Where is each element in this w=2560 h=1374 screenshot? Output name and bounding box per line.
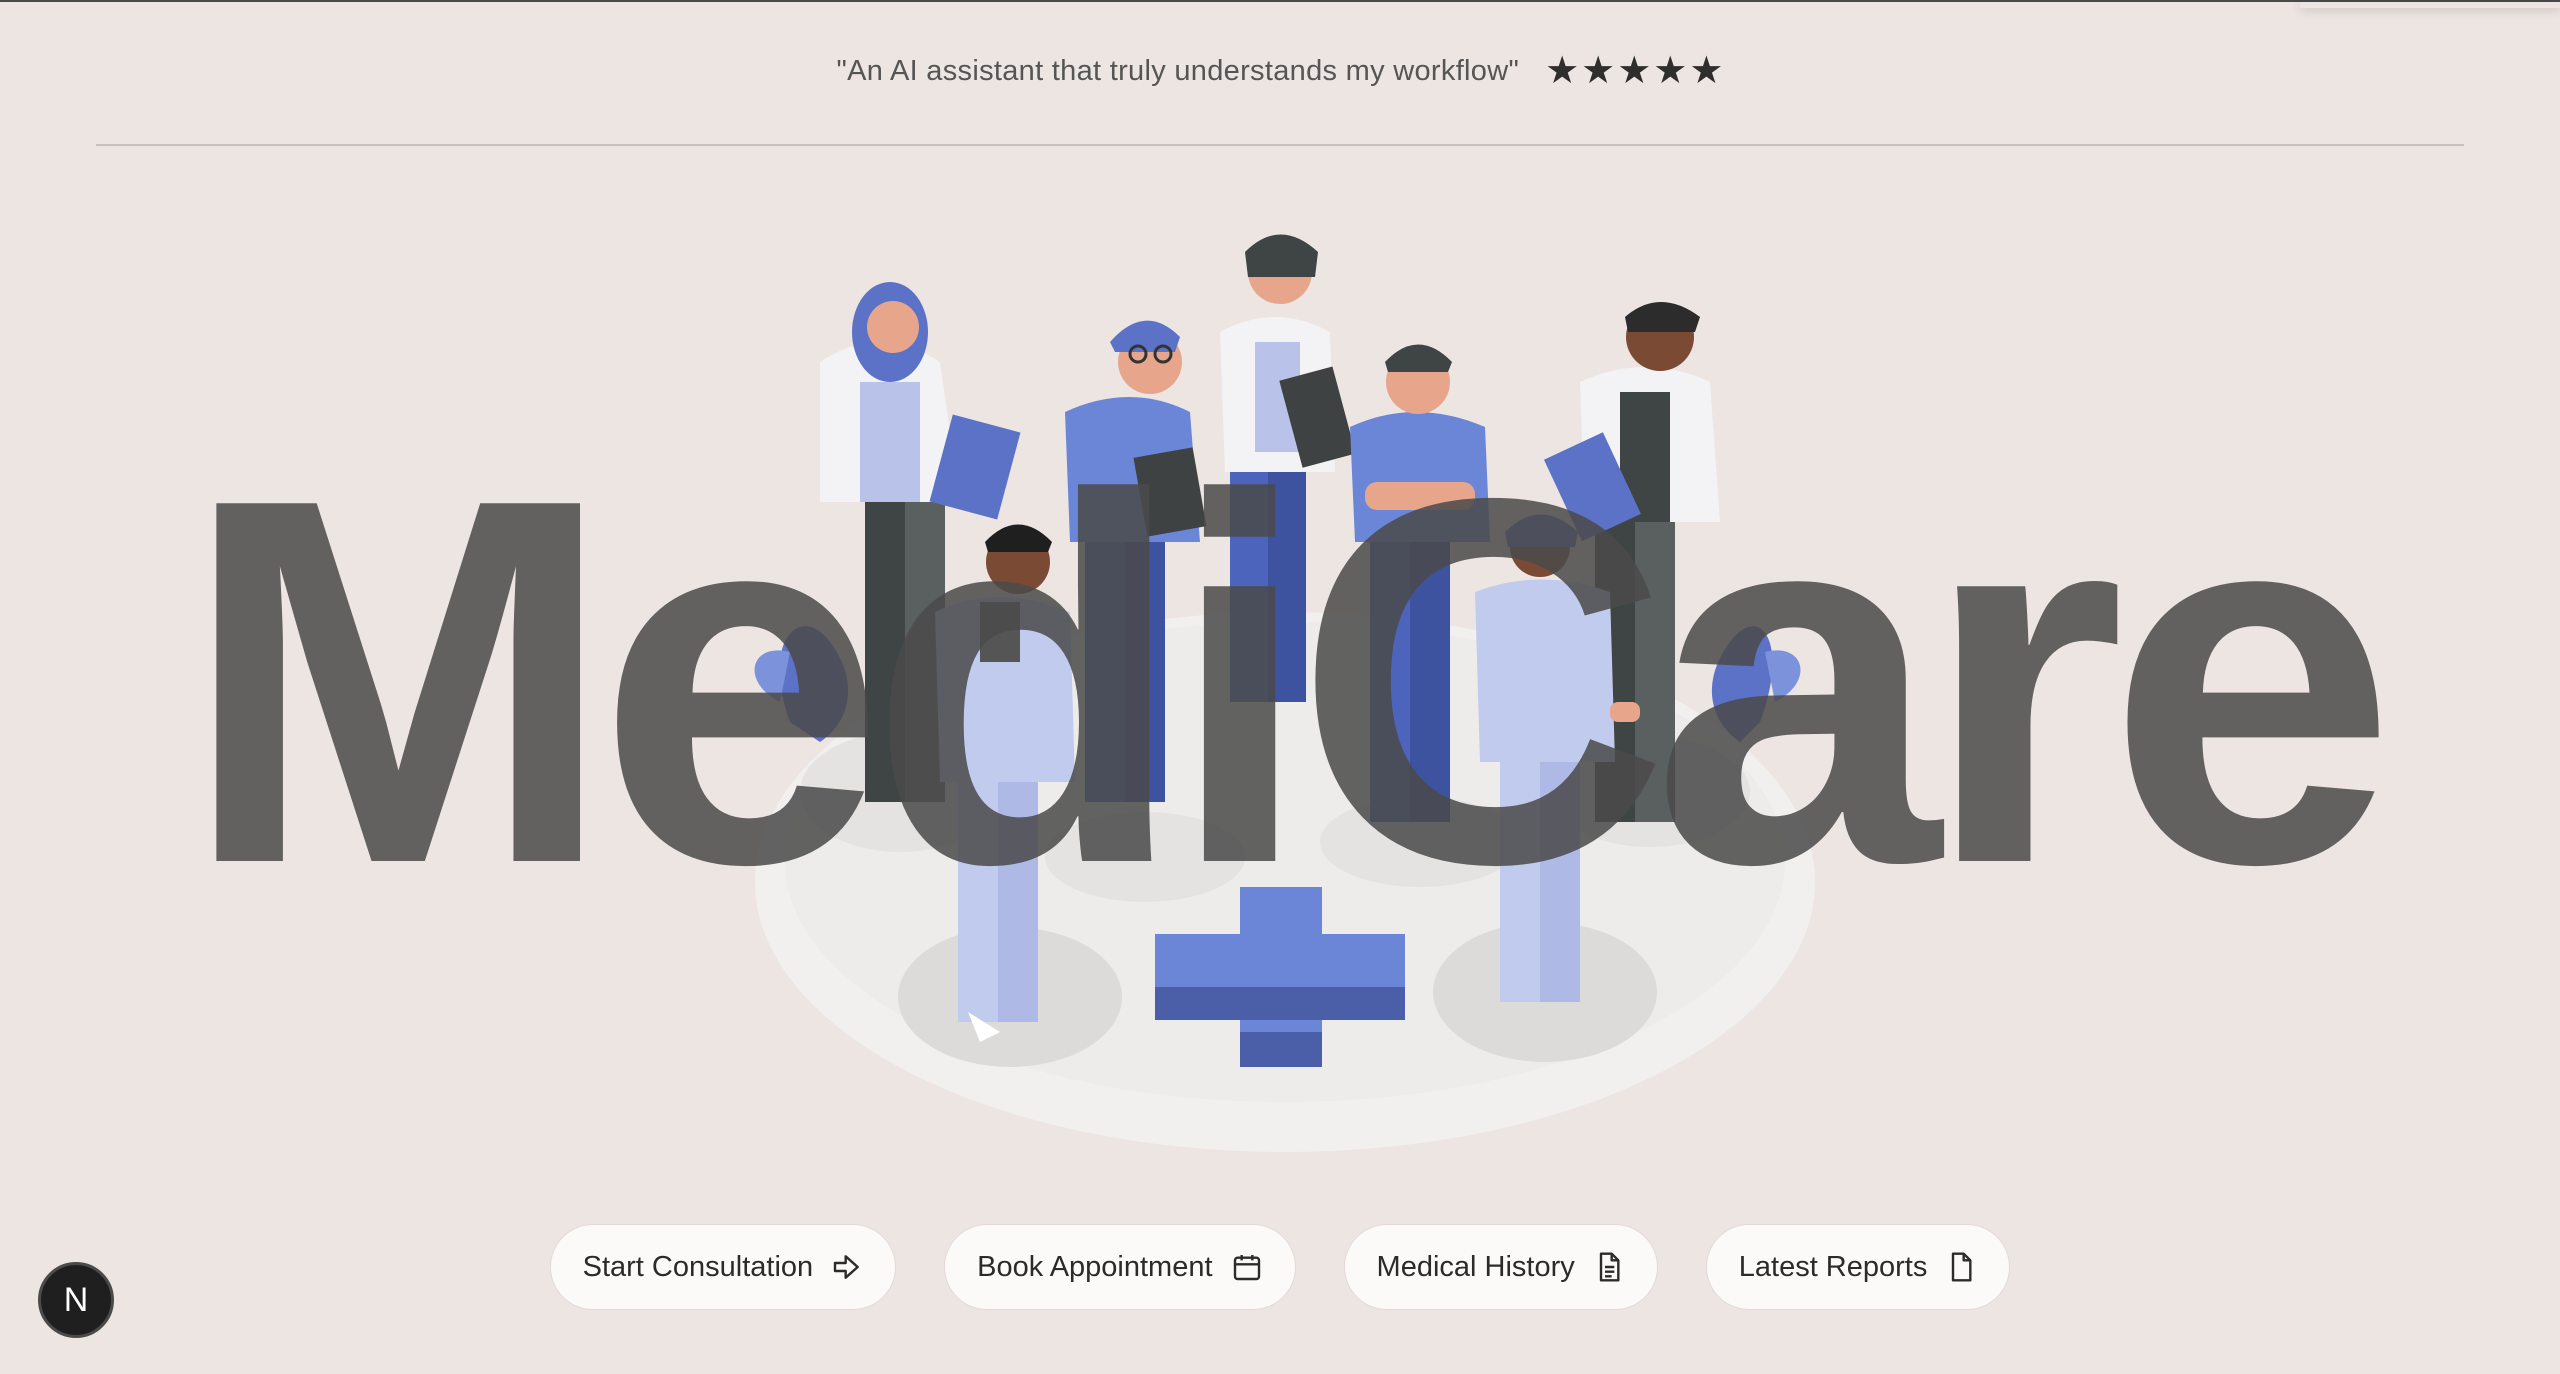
page: "An AI assistant that truly understands … bbox=[0, 0, 2560, 1374]
action-bar: Start Consultation Book Appointment Medi… bbox=[0, 1224, 2560, 1310]
arrow-right-icon bbox=[833, 1255, 860, 1279]
latest-reports-button[interactable]: Latest Reports bbox=[1705, 1224, 2011, 1310]
book-appointment-button[interactable]: Book Appointment bbox=[944, 1224, 1296, 1310]
file-icon bbox=[1952, 1252, 1972, 1282]
medical-history-label: Medical History bbox=[1376, 1250, 1575, 1283]
medical-history-button[interactable]: Medical History bbox=[1343, 1224, 1658, 1310]
latest-reports-label: Latest Reports bbox=[1738, 1250, 1928, 1283]
user-avatar[interactable]: N bbox=[38, 1262, 114, 1338]
start-consultation-button[interactable]: Start Consultation bbox=[549, 1224, 897, 1310]
calendar-icon bbox=[1233, 1255, 1260, 1281]
book-appointment-label: Book Appointment bbox=[977, 1250, 1213, 1283]
start-consultation-label: Start Consultation bbox=[582, 1250, 814, 1283]
brand-wordmark: MediCare bbox=[181, 391, 2397, 972]
document-lines-icon bbox=[1599, 1252, 1620, 1282]
